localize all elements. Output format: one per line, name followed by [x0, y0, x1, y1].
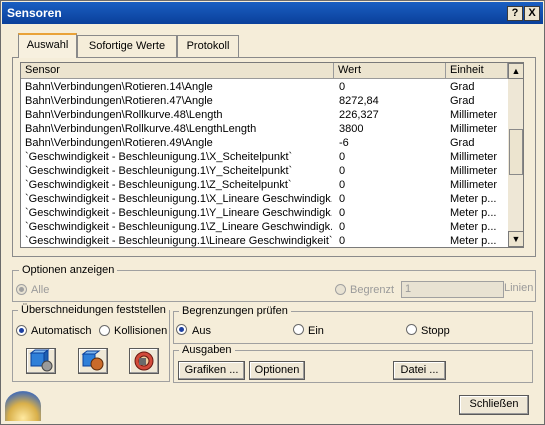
datei-button[interactable]: Datei ... — [393, 361, 446, 380]
sensor-value: 226,327 — [339, 109, 379, 121]
table-row[interactable]: Bahn\Verbindungen\Rollkurve.48\LengthLen… — [21, 122, 507, 136]
sensor-unit: Millimeter — [450, 123, 498, 135]
sensor-name: `Geschwindigkeit - Beschleunigung.1\Z_Sc… — [25, 179, 292, 191]
close-button[interactable]: Schließen — [459, 395, 529, 415]
begrenzt-radio[interactable] — [335, 284, 346, 295]
stopp-radio[interactable] — [406, 324, 417, 335]
column-header-sensor[interactable]: Sensor — [21, 63, 334, 79]
table-row[interactable]: Bahn\Verbindungen\Rollkurve.48\Length 226… — [21, 108, 507, 122]
tab-auswahl[interactable]: Auswahl — [18, 33, 77, 58]
app-logo — [5, 391, 41, 421]
vertical-scrollbar[interactable]: ▲ ▼ — [508, 63, 523, 247]
table-row[interactable]: `Geschwindigkeit - Beschleunigung.1\Line… — [21, 234, 507, 247]
sensor-unit: Millimeter — [450, 151, 498, 163]
column-header-einheit[interactable]: Einheit — [446, 63, 508, 79]
sensor-unit: Meter p... — [450, 221, 497, 233]
sensor-name: `Geschwindigkeit - Beschleunigung.1\Line… — [25, 235, 332, 247]
sensor-value: 0 — [339, 81, 346, 93]
sensor-name: Bahn\Verbindungen\Rotieren.14\Angle — [25, 81, 213, 93]
kollisionen-label: Kollisionen — [114, 325, 168, 337]
table-row[interactable]: `Geschwindigkeit - Beschleunigung.1\Z_Sc… — [21, 178, 507, 192]
grafiken-button[interactable]: Grafiken ... — [178, 361, 245, 380]
sensor-unit: Meter p... — [450, 207, 497, 219]
sensor-name: `Geschwindigkeit - Beschleunigung.1\X_Li… — [25, 193, 332, 205]
sensor-value: 0 — [339, 179, 346, 191]
sensor-value: 0 — [339, 151, 346, 163]
table-row[interactable]: Bahn\Verbindungen\Rotieren.14\Angle 0 Grad — [21, 80, 507, 94]
ein-radio[interactable] — [293, 324, 304, 335]
sensor-name: Bahn\Verbindungen\Rotieren.49\Angle — [25, 137, 213, 149]
column-header-wert[interactable]: Wert — [334, 63, 446, 79]
table-row[interactable]: Bahn\Verbindungen\Rotieren.47\Angle 8272,… — [21, 94, 507, 108]
tab-protokoll[interactable]: Protokoll — [177, 35, 239, 57]
sensor-name: `Geschwindigkeit - Beschleunigung.1\Z_Li… — [25, 221, 332, 233]
help-button[interactable]: ? — [507, 6, 523, 21]
alle-label: Alle — [31, 284, 50, 296]
ueberschneidungen-legend: Überschneidungen feststellen — [18, 304, 169, 316]
optionen-button[interactable]: Optionen — [249, 361, 305, 380]
title-bar[interactable]: Sensoren ? X — [2, 2, 543, 24]
optionen-anzeigen-legend: Optionen anzeigen — [19, 264, 118, 276]
line-limit-unit: Linien — [504, 282, 534, 294]
sensor-unit: Grad — [450, 81, 475, 93]
sensor-value: -6 — [339, 137, 349, 149]
sensor-value: 8272,84 — [339, 95, 379, 107]
sensor-name: `Geschwindigkeit - Beschleunigung.1\Y_Li… — [25, 207, 332, 219]
aus-radio[interactable] — [176, 324, 187, 335]
scroll-thumb[interactable] — [509, 129, 523, 175]
begrenzt-label: Begrenzt — [350, 284, 395, 296]
sensor-name: Bahn\Verbindungen\Rollkurve.48\Length — [25, 109, 223, 121]
sensor-value: 0 — [339, 193, 346, 205]
sensor-value: 0 — [339, 221, 346, 233]
table-row[interactable]: `Geschwindigkeit - Beschleunigung.1\Y_Sc… — [21, 164, 507, 178]
automatisch-label: Automatisch — [31, 325, 92, 337]
ausgaben-legend: Ausgaben — [179, 344, 235, 356]
table-row[interactable]: Bahn\Verbindungen\Rotieren.49\Angle -6 Gra… — [21, 136, 507, 150]
sensor-value: 0 — [339, 207, 346, 219]
stopp-label: Stopp — [421, 325, 450, 337]
collision-target-icon — [134, 351, 154, 371]
clash-detection-icon — [81, 350, 104, 371]
sensor-unit: Grad — [450, 137, 475, 149]
sensor-value: 0 — [339, 235, 346, 247]
automatisch-radio[interactable] — [16, 325, 27, 336]
tab-sofortige-werte[interactable]: Sofortige Werte — [77, 35, 177, 57]
sensor-name: `Geschwindigkeit - Beschleunigung.1\X_Sc… — [25, 151, 293, 163]
window-title: Sensoren — [7, 6, 62, 20]
sensor-name: Bahn\Verbindungen\Rotieren.47\Angle — [25, 95, 213, 107]
aus-label: Aus — [192, 325, 211, 337]
interference-check-button[interactable] — [26, 348, 56, 374]
alle-radio[interactable] — [16, 284, 27, 295]
table-row[interactable]: `Geschwindigkeit - Beschleunigung.1\X_Li… — [21, 192, 507, 206]
sensor-unit: Millimeter — [450, 109, 498, 121]
line-limit-input[interactable]: 1 — [401, 281, 504, 298]
sensor-unit: Millimeter — [450, 165, 498, 177]
close-window-button[interactable]: X — [524, 6, 540, 21]
sensors-dialog: Sensoren ? X Auswahl Sofortige Werte Pro… — [0, 0, 545, 425]
clash-detection-button[interactable] — [78, 348, 108, 374]
sensor-unit: Grad — [450, 95, 475, 107]
scroll-down-icon[interactable]: ▼ — [508, 231, 523, 247]
table-row[interactable]: `Geschwindigkeit - Beschleunigung.1\Z_Li… — [21, 220, 507, 234]
collision-target-button[interactable] — [129, 348, 159, 374]
sensor-name: Bahn\Verbindungen\Rollkurve.48\LengthLen… — [25, 123, 257, 135]
sensor-value: 3800 — [339, 123, 364, 135]
sensor-table[interactable]: Sensor Wert Einheit Bahn\Verbindungen\Ro… — [20, 62, 524, 248]
kollisionen-radio[interactable] — [99, 325, 110, 336]
sensor-value: 0 — [339, 165, 346, 177]
sensor-unit: Millimeter — [450, 179, 498, 191]
interference-check-icon — [29, 349, 53, 372]
table-row[interactable]: `Geschwindigkeit - Beschleunigung.1\Y_Li… — [21, 206, 507, 220]
scroll-up-icon[interactable]: ▲ — [508, 63, 523, 79]
sensor-unit: Meter p... — [450, 193, 497, 205]
begrenzungen-legend: Begrenzungen prüfen — [179, 305, 291, 317]
sensor-name: `Geschwindigkeit - Beschleunigung.1\Y_Sc… — [25, 165, 293, 177]
table-row[interactable]: `Geschwindigkeit - Beschleunigung.1\X_Sc… — [21, 150, 507, 164]
sensor-unit: Meter p... — [450, 235, 497, 247]
ein-label: Ein — [308, 325, 324, 337]
